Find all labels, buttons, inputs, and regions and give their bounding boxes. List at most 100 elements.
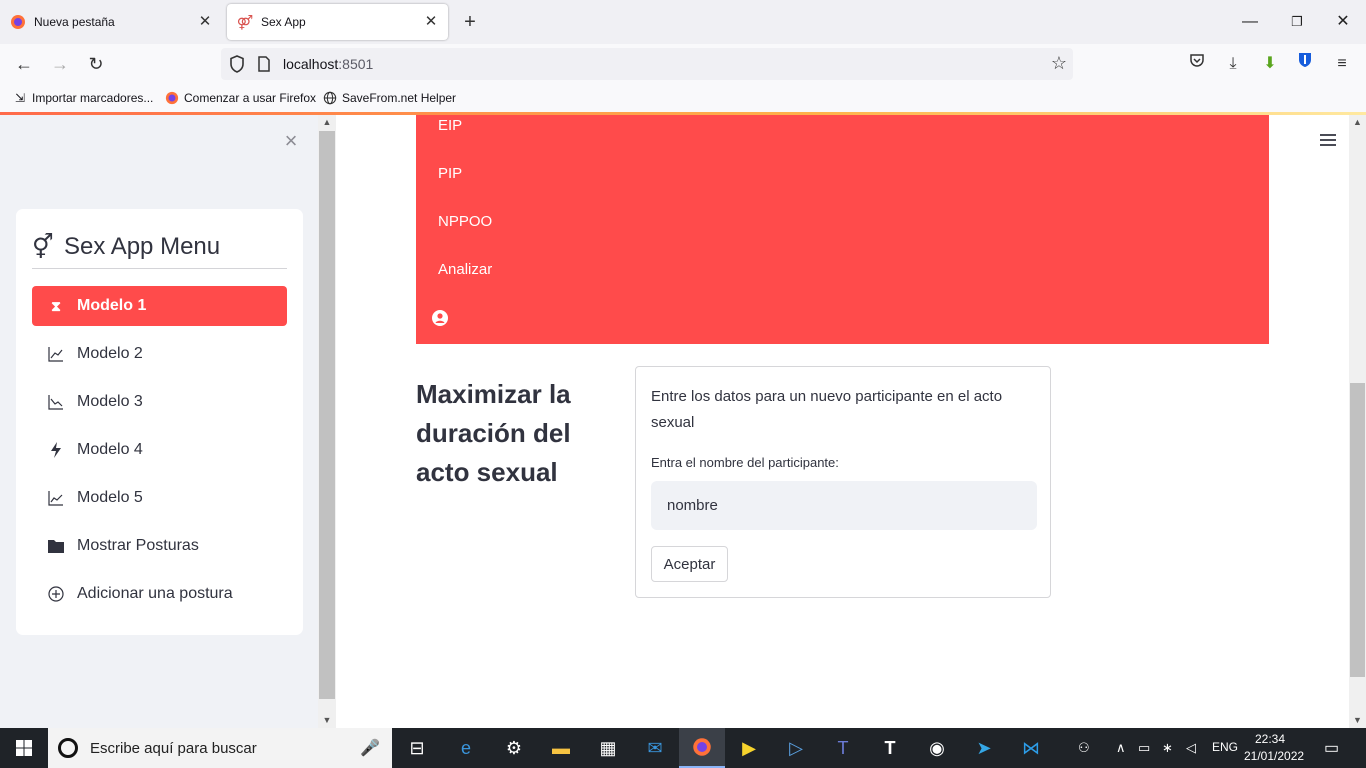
mail-icon[interactable]: ✉ [632,728,678,768]
chevron-up-icon[interactable]: ∧ [1116,740,1126,756]
firefox-taskbar-icon[interactable] [679,728,725,768]
clock[interactable]: 22:34 21/01/2022 [1244,731,1305,765]
nav-link-nppoo[interactable]: NPPOO [438,213,492,230]
menu-icon[interactable]: ≡ [1330,52,1354,76]
hamburger-menu-icon[interactable] [1320,133,1340,151]
scroll-down-arrow-icon[interactable]: ▼ [318,713,336,727]
hourglass-icon: ⧗ [51,297,61,314]
bitwarden-icon[interactable] [1293,52,1317,76]
download-icon[interactable]: ⤓ [1221,52,1245,76]
nav-link-eip[interactable]: EIP [438,117,462,134]
form-description: Entre los datos para un nuevo participan… [651,388,1003,431]
pocket-icon[interactable] [1185,52,1209,76]
taskbar-search[interactable]: Escribe aquí para buscar 🎤 [48,728,392,768]
app-icon[interactable]: ⚙ [491,728,537,768]
scroll-up-arrow-icon[interactable]: ▲ [318,115,336,129]
gender-icon: ⚤ [236,13,254,30]
nav-link-pip[interactable]: PIP [438,165,462,182]
tab-nueva-pestana[interactable]: Nueva pestaña ✕ [0,4,222,40]
close-window-button[interactable]: ✕ [1331,10,1355,34]
accept-button[interactable]: Aceptar [651,546,728,582]
menu-item-modelo-2[interactable]: Modelo 2 [32,334,287,374]
people-icon[interactable]: ⚇ [1078,740,1090,756]
clock-time: 22:34 [1254,732,1286,746]
player-icon[interactable]: ▶ [726,728,772,768]
sidebar-scroll-thumb[interactable] [319,131,335,699]
bookmark-savefrom[interactable]: SaveFrom.net Helper [322,90,456,106]
folder-icon [48,538,64,554]
url-text: localhost:8501 [283,56,374,72]
edge-icon[interactable]: e [443,728,489,768]
plus-circle-icon [48,586,64,602]
participant-name-input[interactable] [651,481,1037,530]
page-scroll-thumb[interactable] [1350,383,1365,677]
github-icon[interactable]: ◉ [914,728,960,768]
navigation-bar: ← → ↻ localhost:8501 ☆ ⤓ ⬇ ≡ [0,44,1366,84]
notifications-icon[interactable]: ▭ [1324,738,1339,758]
participant-form: Entre los datos para un nuevo participan… [635,366,1051,598]
url-bar[interactable]: localhost:8501 ☆ [221,48,1073,80]
menu-item-adicionar-postura[interactable]: Adicionar una postura [32,574,287,614]
menu-item-modelo-1[interactable]: ⧗ Modelo 1 [32,286,287,326]
menu-item-modelo-3[interactable]: Modelo 3 [32,382,287,422]
menu-title: ⚥ Sex App Menu [32,233,221,261]
menu-item-modelo-5[interactable]: Modelo 5 [32,478,287,518]
new-tab-button[interactable]: + [458,10,482,34]
microphone-icon[interactable]: 🎤 [360,738,380,758]
scroll-down-arrow-icon[interactable]: ▼ [1349,713,1366,727]
tab-sex-app[interactable]: ⚤ Sex App ✕ [227,4,448,40]
file-explorer-icon[interactable]: ▬ [538,728,584,768]
bluetooth-icon[interactable]: ∗ [1162,740,1173,756]
start-button[interactable] [0,728,48,768]
language-indicator[interactable]: ENG [1212,740,1238,754]
import-icon: ⇲ [14,91,26,105]
participant-name-label: Entra el nombre del participante: [651,455,839,470]
task-view-icon[interactable]: ⊟ [394,728,440,768]
line-chart-icon [48,490,64,506]
menu-item-mostrar-posturas[interactable]: Mostrar Posturas [32,526,287,566]
page-scrollbar[interactable]: ▲ ▼ [1349,115,1366,728]
tab-label: Nueva pestaña [34,15,115,29]
bookmark-firefox[interactable]: Comenzar a usar Firefox [164,90,316,106]
menu-item-modelo-4[interactable]: Modelo 4 [32,430,287,470]
sidebar-scrollbar[interactable]: ▲ ▼ [318,115,336,728]
savefrom-extension-icon[interactable]: ⬇ [1258,52,1282,76]
nav-link-analizar[interactable]: Analizar [438,261,492,278]
close-sidebar-icon[interactable]: × [281,130,301,152]
user-circle-icon[interactable] [432,310,448,326]
vscode-icon[interactable]: ⋈ [1008,728,1054,768]
sidebar: × ⚥ Sex App Menu ⧗ Modelo 1 Modelo 2 Mod… [0,115,336,728]
back-button[interactable]: ← [12,52,36,76]
windows-logo-icon [16,740,32,756]
media-player-icon[interactable]: ▷ [773,728,819,768]
telegram-icon[interactable]: ➤ [961,728,1007,768]
clock-date: 21/01/2022 [1244,749,1305,763]
page-heading: Maximizar la duración del acto sexual [416,379,571,487]
globe-icon [322,90,338,106]
close-tab-icon[interactable]: ✕ [422,13,440,31]
forward-button[interactable]: → [48,52,72,76]
close-tab-icon[interactable]: ✕ [196,13,214,31]
chart-up-icon [48,346,64,362]
gender-symbol-icon: ⚥ [32,233,54,261]
firefox-icon [164,90,180,106]
minimize-button[interactable]: — [1238,10,1262,34]
page-icon [257,56,271,77]
lightning-icon [48,442,64,458]
restore-button[interactable]: ❐ [1285,10,1309,34]
bookmarks-bar: ⇲ Importar marcadores... Comenzar a usar… [0,84,1366,112]
shield-icon[interactable] [229,55,245,78]
bookmark-star-icon[interactable]: ☆ [1051,53,1067,74]
typora-icon[interactable]: T [867,728,913,768]
bookmark-import[interactable]: ⇲ Importar marcadores... [12,90,153,106]
volume-muted-icon[interactable]: ◁ [1186,740,1196,756]
cortana-icon [58,738,78,758]
battery-icon[interactable]: ▭ [1138,740,1150,756]
store-icon[interactable]: ▦ [585,728,631,768]
browser-window: Nueva pestaña ✕ ⚤ Sex App ✕ + — ❐ ✕ ← → … [0,0,1366,728]
menu-divider [32,268,287,269]
scroll-up-arrow-icon[interactable]: ▲ [1349,115,1366,129]
reload-button[interactable]: ↻ [84,52,108,76]
firefox-icon [10,14,26,30]
tex-editor-icon[interactable]: T [820,728,866,768]
